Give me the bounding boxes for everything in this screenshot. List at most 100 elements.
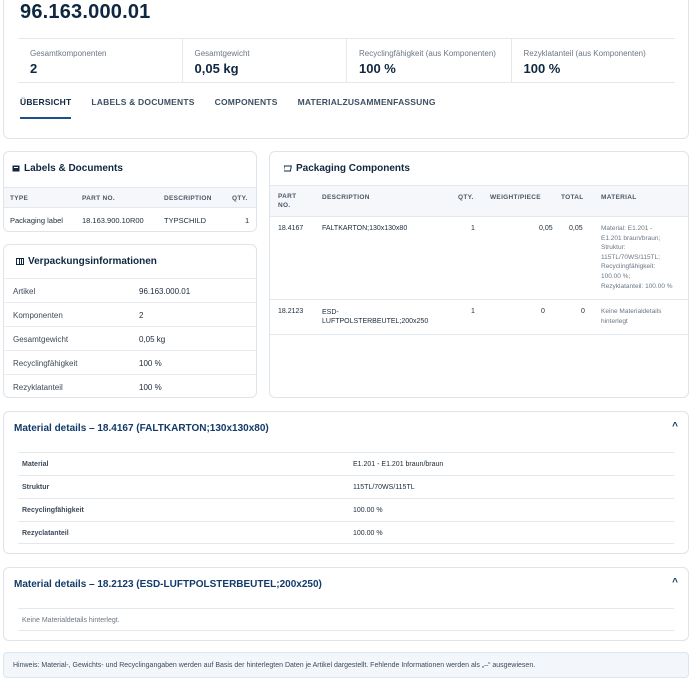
material-details-title: Material details – 18.4167 (FALTKARTON;1… [14,423,269,434]
packaging-components-title: Packaging Components [296,163,410,174]
description-line: ESD- [322,309,339,316]
info-row-recycled-content: Rezyklatanteil 100 % [4,374,256,398]
packaging-components-heading: Packaging Components [284,163,410,174]
detail-empty-row: Keine Materialdetails hinterlegt. [18,608,674,631]
material-line: 100.00 %; [601,272,631,280]
tab-labels-documents[interactable]: LABELS & DOCUMENTS [91,97,194,119]
detail-key: Material [22,461,49,468]
info-row-weight: Gesamtgewicht 0,05 kg [4,326,256,350]
cell-qty: 1 [245,216,250,225]
col-total: TOTAL [561,194,584,201]
cell-total: 0,05 [569,225,583,232]
document-icon [12,165,20,172]
cell-description: ESD- LUFTPOLSTERBEUTEL;200x250 [322,308,428,326]
cell-material: Keine Materialdetails hinterlegt [601,307,661,326]
cell-description: TYPSCHILD [164,216,207,225]
packaging-info-heading: Verpackungsinformationen [16,256,157,267]
col-description: DESCRIPTION [322,194,370,201]
col-weight: WEIGHT/PIECE [490,194,541,201]
cell-total: 0 [581,308,585,315]
stat-label: Gesamtgewicht [194,49,250,58]
col-qty: QTY. [232,195,248,202]
page-title: 96.163.000.01 [20,1,151,23]
material-line: hinterlegt [601,317,628,325]
stats-bar: Gesamtkomponenten 2 Gesamtgewicht 0,05 k… [18,38,675,83]
detail-value: 100.00 % [353,530,383,537]
cell-material: Material: E1.201 - E1.201 braun/braun; S… [601,224,673,291]
stat-label: Recyclingfähigkeit (aus Komponenten) [359,49,496,58]
material-details-title: Material details – 18.2123 (ESD-LUFTPOLS… [14,579,322,590]
detail-value: 100.00 % [353,507,383,514]
stat-label: Rezyklatanteil (aus Komponenten) [523,49,646,58]
tab-material-summary[interactable]: MATERIALZUSAMMENFASSUNG [298,97,436,119]
box-icon [284,165,292,172]
info-value: 100 % [139,359,162,368]
material-line: 115TL/70WS/115TL; [601,253,661,261]
stat-value: 0,05 kg [194,61,239,76]
cell-description: FALTKARTON;130x130x80 [322,225,408,232]
collapse-toggle-icon[interactable]: ^ [672,577,678,588]
detail-value: 115TL/70WS/115TL [353,484,415,491]
stat-total-weight: Gesamtgewicht 0,05 kg [181,39,347,82]
labels-documents-heading: Labels & Documents [12,163,123,174]
packaging-info-card: Verpackungsinformationen Artikel 96.163.… [3,244,257,398]
info-value: 100 % [139,383,162,392]
table-row: 18.2123 ESD- LUFTPOLSTERBEUTEL;200x250 1… [270,300,688,335]
col-material: MATERIAL [601,194,637,201]
labels-documents-title: Labels & Documents [24,163,123,174]
detail-row-recyclability: Recyclingfähigkeit 100.00 % [18,498,674,521]
detail-key: Struktur [22,484,50,491]
info-row-components: Komponenten 2 [4,302,256,326]
material-details-card-18-4167: Material details – 18.4167 (FALTKARTON;1… [3,411,689,554]
info-value: 2 [139,311,144,320]
stat-value: 100 % [523,61,561,76]
info-value: 96.163.000.01 [139,287,191,296]
empty-message: Keine Materialdetails hinterlegt. [22,617,120,624]
col-part-no: PART NO. [82,195,115,202]
cell-weight: 0,05 [539,225,553,232]
tab-overview[interactable]: ÜBERSICHT [20,97,72,119]
tab-bar: ÜBERSICHT LABELS & DOCUMENTS COMPONENTS … [20,97,436,119]
col-type: TYPE [10,195,29,202]
header-card: 96.163.000.01 Gesamtkomponenten 2 Gesamt… [3,0,689,139]
labels-documents-card: Labels & Documents TYPE PART NO. DESCRIP… [3,151,257,232]
stat-total-components: Gesamtkomponenten 2 [18,39,182,82]
components-table-header: PART NO. DESCRIPTION QTY. WEIGHT/PIECE T… [270,185,688,217]
material-line: Recyclingfähigkeit: [601,263,656,271]
info-note: Hinweis: Material-, Gewichts- und Recycl… [3,652,689,678]
packaging-components-card: Packaging Components PART NO. DESCRIPTIO… [269,151,689,398]
stat-label: Gesamtkomponenten [30,49,107,58]
material-line: Material: E1.201 - [601,225,653,232]
stat-recycled-content: Rezyklatanteil (aus Komponenten) 100 % [510,39,676,82]
tab-components[interactable]: COMPONENTS [215,97,278,119]
col-description: DESCRIPTION [164,195,212,202]
table-row: 18.4167 FALTKARTON;130x130x80 1 0,05 0,0… [270,217,688,300]
detail-row-recycled-content: Rezyclatanteil 100.00 % [18,521,674,544]
info-key: Rezyklatanteil [13,383,63,392]
info-row-recyclability: Recyclingfähigkeit 100 % [4,350,256,374]
detail-row-material: Material E1.201 - E1.201 braun/braun [18,452,674,475]
description-line: LUFTPOLSTERBEUTEL;200x250 [322,318,429,325]
cell-weight: 0 [541,308,545,315]
material-line: Struktur: [601,244,626,252]
col-part: PART [278,193,297,200]
collapse-toggle-icon[interactable]: ^ [672,421,678,432]
cell-type: Packaging label [10,216,63,225]
info-key: Komponenten [13,311,63,320]
info-key: Recyclingfähigkeit [13,359,78,368]
table-row: Packaging label 18.163.900.10R00 TYPSCHI… [4,208,256,232]
material-line: Rezyklatanteil: 100.00 % [601,282,673,290]
columns-icon [16,258,24,265]
material-line: E1.201 braun/braun; [601,234,661,242]
cell-qty: 1 [471,308,475,315]
detail-key: Recyclingfähigkeit [22,507,84,514]
packaging-info-title: Verpackungsinformationen [28,256,157,267]
col-part-no: NO. [278,202,291,209]
cell-qty: 1 [471,225,475,232]
stat-value: 100 % [359,61,396,76]
cell-part-no: 18.2123 [278,308,304,315]
stat-recyclability: Recyclingfähigkeit (aus Komponenten) 100… [346,39,511,82]
labels-table-header: TYPE PART NO. DESCRIPTION QTY. [4,187,256,208]
info-key: Gesamtgewicht [13,335,69,344]
detail-value: E1.201 - E1.201 braun/braun [353,461,444,468]
